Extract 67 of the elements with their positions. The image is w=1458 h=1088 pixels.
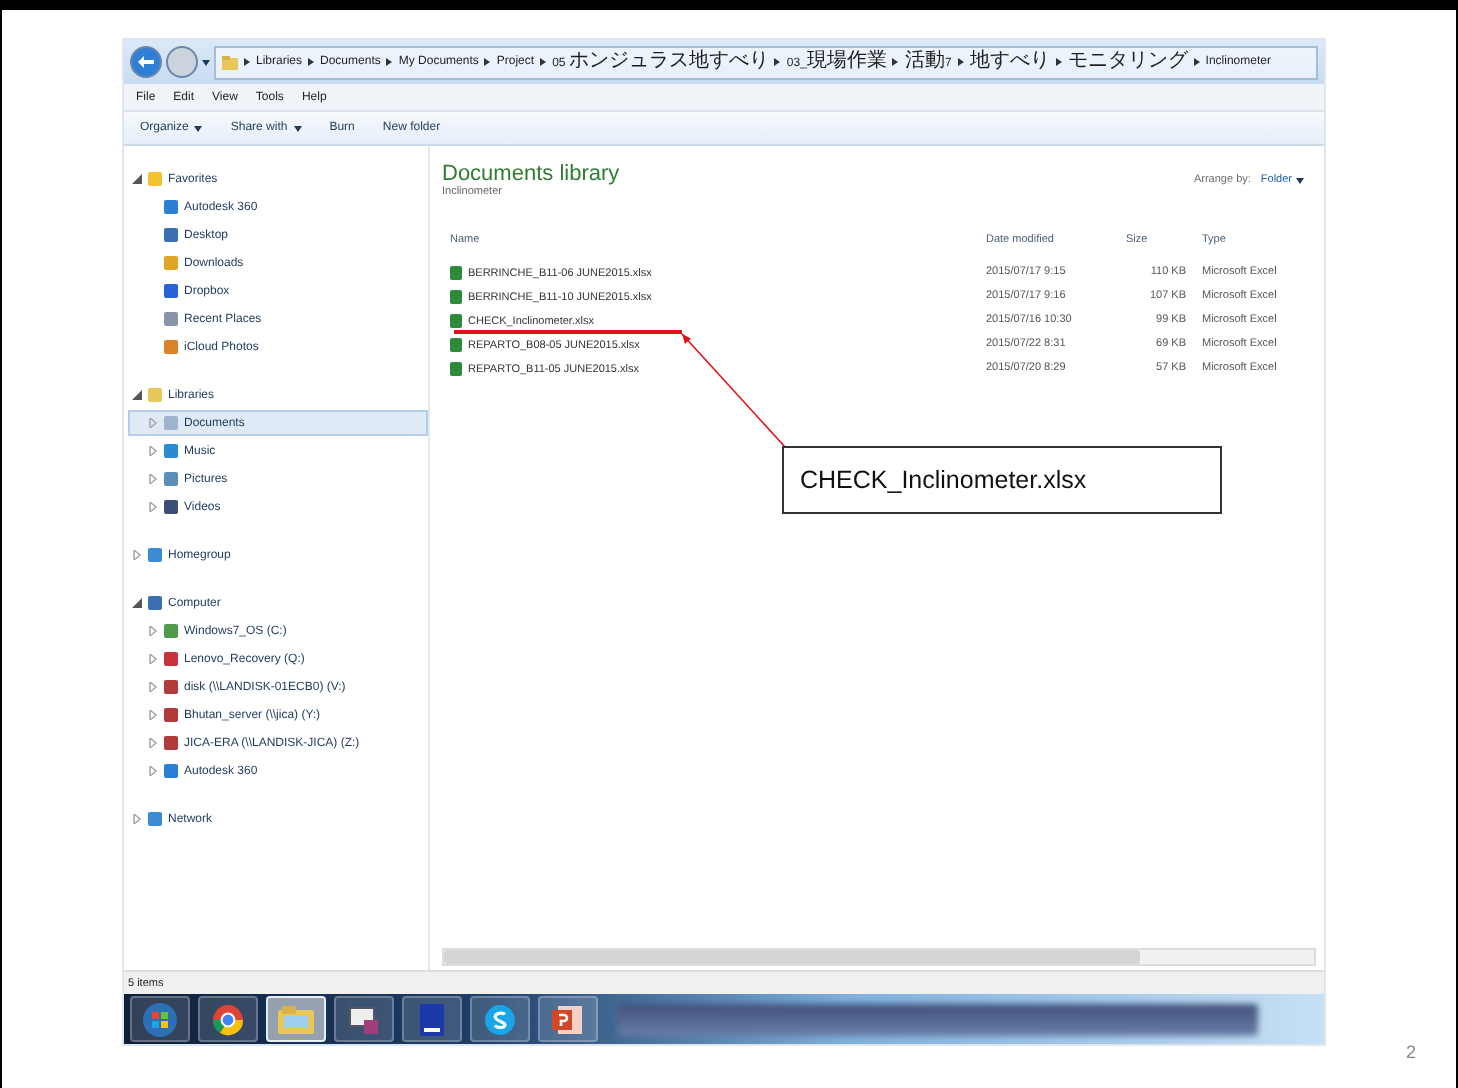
chat-icon [484,1003,516,1035]
scroll-thumb[interactable] [444,950,1140,964]
tile-icon [164,256,178,270]
tile-icon [148,548,162,562]
envelope-icon [348,1003,380,1035]
chevron-icon [957,58,964,66]
tile-icon [164,624,178,638]
breadcrumb-item[interactable]: 地すべり [969,51,1050,73]
chevron-icon [540,58,547,66]
tile-icon [164,764,178,778]
expanded-arrow-icon[interactable] [132,390,142,400]
collapsed-arrow-icon[interactable] [148,474,158,484]
tile-icon [164,680,178,694]
tile-icon [164,416,178,430]
back-button[interactable] [130,46,162,78]
collapsed-arrow-icon[interactable] [148,502,158,512]
chevron-icon [244,58,250,66]
tile-icon [164,500,178,514]
collapsed-arrow-icon[interactable] [148,738,158,748]
collapsed-arrow-icon[interactable] [148,682,158,692]
chevron-icon [386,58,393,66]
chevron-icon [774,58,781,66]
forward-button[interactable] [166,46,198,78]
tile-icon [164,200,178,214]
tile-icon [164,472,178,486]
chevron-icon [308,58,315,66]
caret-icon [202,59,210,65]
tile-icon [148,812,162,826]
collapsed-arrow-icon[interactable] [148,654,158,664]
presentation-icon [552,1003,584,1035]
collapsed-arrow-icon[interactable] [148,446,158,456]
caret-icon [1296,177,1304,183]
collapsed-arrow-icon[interactable] [132,550,142,560]
pointer-arrow [676,330,788,450]
browser-icon [212,1003,244,1035]
folder-icon [278,1005,314,1033]
chevron-icon [484,58,491,66]
horizontal-scrollbar[interactable] [442,948,1316,966]
tile-icon [148,388,162,402]
tile-icon [164,340,178,354]
collapsed-arrow-icon[interactable] [132,814,142,824]
page-number: 2 [1405,1042,1416,1062]
back-arrow-icon [138,56,154,68]
chevron-icon [1193,58,1200,66]
book-icon [420,1003,444,1035]
collapsed-arrow-icon[interactable] [148,626,158,636]
tile-icon [164,708,178,722]
library-title: Documents library [442,162,620,186]
collapsed-arrow-icon[interactable] [148,766,158,776]
callout-label: CHECK_Inclinometer.xlsx [782,446,1222,514]
collapsed-arrow-icon[interactable] [148,710,158,720]
tile-icon [164,736,178,750]
breadcrumb-item[interactable]: モニタリング [1067,51,1188,73]
tile-icon [164,652,178,666]
tile-icon [164,228,178,242]
folder-icon [222,55,238,69]
start-orb-icon [142,1001,178,1037]
expanded-arrow-icon[interactable] [132,598,142,608]
tile-icon [164,284,178,298]
tile-icon [148,596,162,610]
chevron-icon [892,58,899,66]
chevron-icon [1055,58,1062,66]
expanded-arrow-icon[interactable] [132,174,142,184]
tile-icon [164,444,178,458]
collapsed-arrow-icon[interactable] [148,418,158,428]
tile-icon [148,172,162,186]
tile-icon [164,312,178,326]
